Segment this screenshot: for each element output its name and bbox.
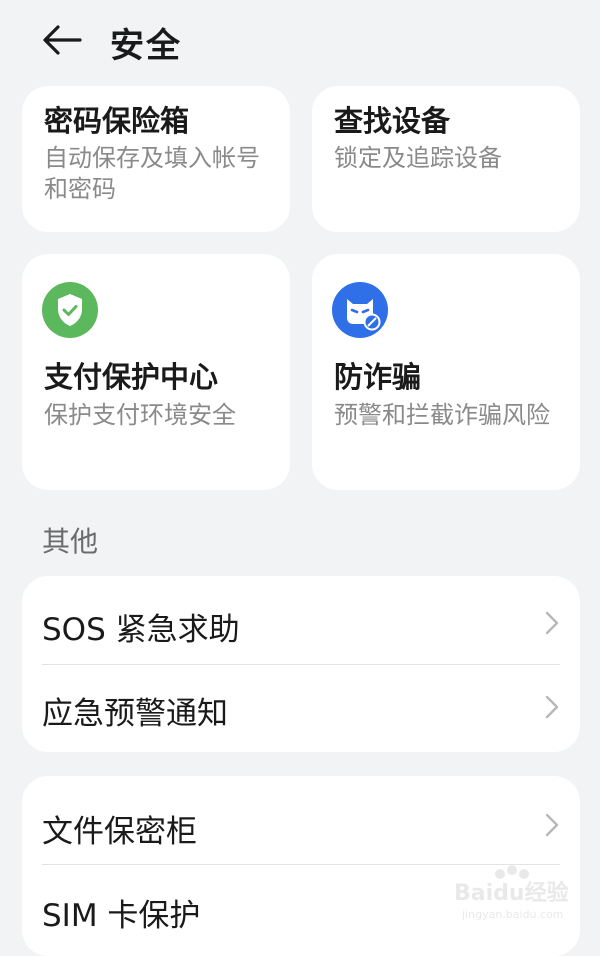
app-header: 安全 <box>0 0 600 80</box>
row-file-safe[interactable]: 文件保密柜 <box>22 782 580 866</box>
tile-title: 支付保护中心 <box>44 360 219 394</box>
section-label-other: 其他 <box>42 525 99 558</box>
watermark-url: jingyan.baidu.com <box>461 908 564 921</box>
settings-group-emergency: SOS 紧急求助 应急预警通知 <box>22 576 580 752</box>
baidu-jingyan-watermark: Baidu经验 jingyan.baidu.com <box>454 865 569 921</box>
tile-title: 防诈骗 <box>334 360 422 394</box>
row-label: SIM 卡保护 <box>42 898 201 934</box>
row-emergency-alert[interactable]: 应急预警通知 <box>22 664 580 748</box>
chevron-right-icon <box>545 611 559 635</box>
shield-check-icon <box>42 282 98 338</box>
row-label: SOS 紧急求助 <box>42 612 240 648</box>
tile-description: 保护支付环境安全 <box>44 401 236 429</box>
back-arrow-icon[interactable] <box>40 22 84 58</box>
tile-title: 密码保险箱 <box>44 104 190 138</box>
anti-fraud-icon <box>332 282 388 338</box>
tile-description: 自动保存及填入帐号和密码 <box>44 144 260 203</box>
row-label: 文件保密柜 <box>42 814 197 850</box>
tile-password-vault[interactable]: 密码保险箱 自动保存及填入帐号和密码 <box>22 86 290 232</box>
watermark-brand: Baidu经验 <box>454 880 569 906</box>
page-title: 安全 <box>110 26 182 66</box>
tile-payment-protection[interactable]: 支付保护中心 保护支付环境安全 <box>22 254 290 490</box>
row-sos-emergency[interactable]: SOS 紧急求助 <box>22 580 580 664</box>
tile-find-device[interactable]: 查找设备 锁定及追踪设备 <box>312 86 580 232</box>
tile-description: 预警和拦截诈骗风险 <box>334 401 550 429</box>
tile-title: 查找设备 <box>334 104 451 138</box>
chevron-right-icon <box>545 695 559 719</box>
tile-anti-fraud[interactable]: 防诈骗 预警和拦截诈骗风险 <box>312 254 580 490</box>
chevron-right-icon <box>545 813 559 837</box>
row-label: 应急预警通知 <box>42 696 228 732</box>
tile-description: 锁定及追踪设备 <box>334 144 502 172</box>
